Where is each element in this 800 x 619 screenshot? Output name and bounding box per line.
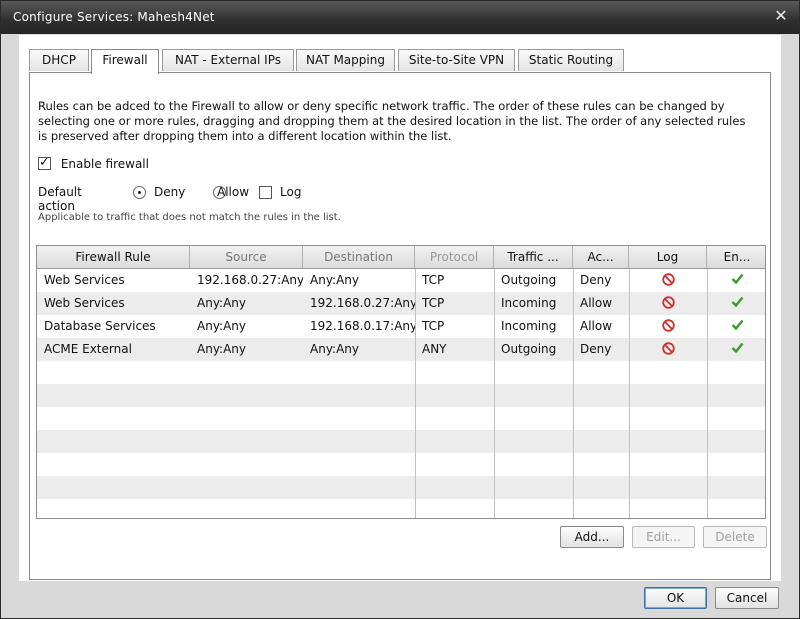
title-bar: Configure Services: Mahesh4Net ✕ [1,1,799,34]
dialog-content: DHCP Firewall NAT - External IPs NAT Map… [19,35,781,581]
enable-firewall-label: Enable firewall [60,156,149,171]
cell-log [629,315,707,338]
table-row[interactable]: Web Services 192.168.0.27:Any Any:Any TC… [37,269,765,292]
cell-traffic: Incoming [501,319,557,333]
empty-row [37,476,765,499]
cell-source: 192.168.0.27:Any [197,273,303,287]
default-action-label: Default action [38,185,82,213]
cell-rule: Web Services [44,273,125,287]
deny-radio-label: Deny [154,185,186,199]
column-divider [415,246,416,518]
cell-destination: 192.168.0.17:Any [310,319,415,333]
column-divider [494,246,495,518]
log-checkbox[interactable] [259,186,272,199]
log-checkbox-label: Log [280,185,302,199]
cell-log [629,338,707,361]
tab-nat-external-ips[interactable]: NAT - External IPs [162,49,294,71]
ok-button[interactable]: OK [644,587,707,609]
firewall-rules-table[interactable]: Web Services 192.168.0.27:Any Any:Any TC… [36,245,766,519]
cell-action: Deny [580,273,612,287]
deny-icon [661,319,675,332]
header-firewall-rule[interactable]: Firewall Rule [37,246,190,268]
tab-static-routing[interactable]: Static Routing [518,49,624,71]
deny-icon [661,273,675,286]
header-destination[interactable]: Destination [303,246,415,268]
close-icon[interactable]: ✕ [773,8,789,24]
header-traffic[interactable]: Traffic ... [494,246,573,268]
cell-rule: Web Services [44,296,125,310]
header-source[interactable]: Source [190,246,303,268]
column-divider [707,246,708,518]
column-divider [629,246,630,518]
header-log[interactable]: Log [629,246,707,268]
table-row[interactable]: Database Services Any:Any 192.168.0.17:A… [37,315,765,338]
cell-protocol: ANY [422,342,447,356]
cell-action: Allow [580,296,613,310]
edit-button[interactable]: Edit... [632,526,695,548]
cell-rule: ACME External [44,342,132,356]
tab-nat-mapping[interactable]: NAT Mapping [296,49,395,71]
header-enabled[interactable]: En... [707,246,765,268]
cell-traffic: Outgoing [501,273,557,287]
cell-enabled [707,269,765,292]
cell-log [629,292,707,315]
column-divider [573,246,574,518]
cell-action: Deny [580,342,612,356]
add-button[interactable]: Add... [560,526,624,548]
allow-radio-label: Allow [217,185,250,199]
deny-icon [661,296,675,309]
cell-enabled [707,338,765,361]
cell-log [629,269,707,292]
tab-site-to-site-vpn[interactable]: Site-to-Site VPN [398,49,515,71]
header-action[interactable]: Ac... [573,246,629,268]
check-icon [731,273,743,285]
default-action-row: Default action Deny Allow Log [38,185,301,213]
tab-firewall[interactable]: Firewall [91,49,159,74]
cell-enabled [707,315,765,338]
cell-source: Any:Any [197,319,247,333]
check-icon [731,319,743,331]
default-action-hint: Applicable to traffic that does not matc… [38,212,341,223]
cell-source: Any:Any [197,296,247,310]
cell-protocol: TCP [422,296,445,310]
table-row[interactable]: Web Services Any:Any 192.168.0.27:Any TC… [37,292,765,315]
dialog-footer: OK Cancel [1,582,799,618]
cell-enabled [707,292,765,315]
cell-action: Allow [580,319,613,333]
empty-row [37,430,765,453]
firewall-description: Rules can be adced to the Firewall to al… [38,99,746,143]
enable-firewall-row[interactable]: Enable firewall [38,155,149,171]
table-row[interactable]: ACME External Any:Any Any:Any ANY Outgoi… [37,338,765,361]
deny-radio[interactable] [133,186,146,199]
delete-button[interactable]: Delete [703,526,767,548]
deny-icon [661,342,675,355]
enable-firewall-checkbox[interactable] [38,155,51,170]
configure-services-dialog: Configure Services: Mahesh4Net ✕ DHCP Fi… [0,0,800,619]
cancel-button[interactable]: Cancel [715,587,779,609]
cell-source: Any:Any [197,342,247,356]
tab-dhcp[interactable]: DHCP [29,49,89,71]
cell-rule: Database Services [44,319,156,333]
cell-protocol: TCP [422,273,445,287]
cell-destination: 192.168.0.27:Any [310,296,415,310]
header-protocol[interactable]: Protocol [415,246,494,268]
empty-row [37,384,765,407]
check-icon [731,296,743,308]
cell-destination: Any:Any [310,342,360,356]
check-icon [731,342,743,354]
cell-protocol: TCP [422,319,445,333]
table-header: Firewall Rule Source Destination Protoco… [37,246,765,269]
cell-destination: Any:Any [310,273,360,287]
cell-traffic: Outgoing [501,342,557,356]
cell-traffic: Incoming [501,296,557,310]
dialog-title: Configure Services: Mahesh4Net [13,10,215,24]
